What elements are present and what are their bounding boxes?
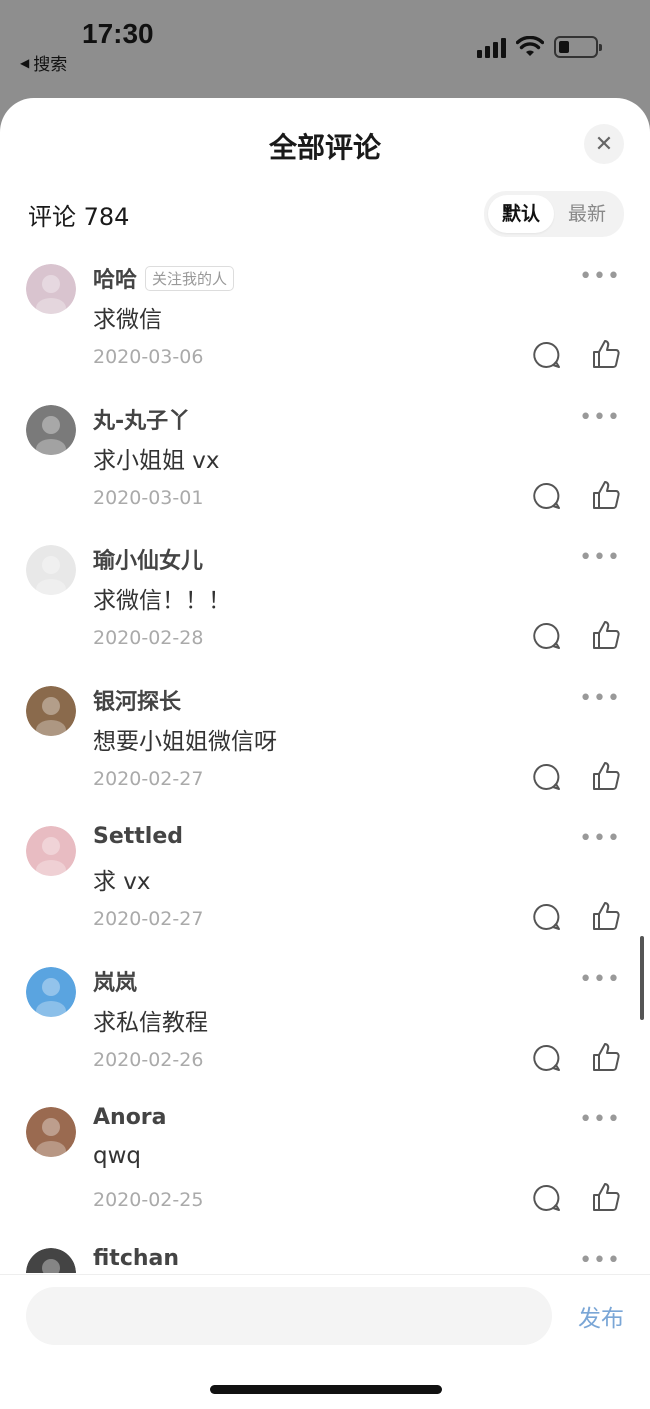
scrollbar[interactable]: [640, 936, 644, 1020]
like-icon[interactable]: [590, 619, 622, 651]
reply-icon[interactable]: [532, 481, 562, 511]
close-button[interactable]: ✕: [584, 124, 624, 164]
comment-input-bar: 发布: [0, 1274, 650, 1409]
avatar[interactable]: [26, 826, 76, 876]
more-options-icon[interactable]: •••: [579, 686, 621, 711]
comment-item[interactable]: Anora qwq 2020-02-25 •••: [0, 1101, 650, 1242]
reply-icon[interactable]: [532, 902, 562, 932]
user-tag: 关注我的人: [145, 265, 235, 291]
comment-username[interactable]: Settled: [93, 824, 183, 849]
wifi-icon: [516, 36, 544, 56]
reply-icon[interactable]: [532, 762, 562, 792]
like-icon[interactable]: [590, 900, 622, 932]
username-text: 银河探长: [93, 689, 182, 715]
reply-icon[interactable]: [532, 1043, 562, 1073]
comment-date: 2020-03-01: [93, 486, 204, 509]
comment-item[interactable]: fitchan •••: [0, 1242, 650, 1273]
comment-item[interactable]: Settled 求 vx 2020-02-27 •••: [0, 820, 650, 961]
more-options-icon[interactable]: •••: [579, 545, 621, 570]
comment-text: 求小姐姐 vx: [93, 447, 220, 474]
sort-toggle: 默认 最新: [483, 191, 624, 237]
close-icon: ✕: [594, 131, 614, 157]
status-time: 17:30: [82, 18, 154, 49]
battery-level: [559, 41, 569, 53]
comment-list: 哈哈 关注我的人 求微信 2020-03-06 ••• 丸-丸子丫 求小姐姐 v…: [0, 258, 650, 1273]
comments-sheet: 全部评论 ✕ 评论 784 默认 最新 哈哈 关注我的人 求微信 2020-03…: [0, 98, 650, 1409]
username-text: Settled: [93, 824, 184, 849]
more-options-icon[interactable]: •••: [579, 264, 621, 289]
username-text: 哈哈: [93, 268, 138, 293]
username-text: Anora: [93, 1105, 167, 1130]
comment-date: 2020-02-27: [93, 908, 204, 930]
comment-text: 求微信！！！: [93, 588, 231, 614]
like-icon[interactable]: [590, 1041, 622, 1073]
comment-item[interactable]: 岚岚 求私信教程 2020-02-26 •••: [0, 961, 650, 1102]
more-options-icon[interactable]: •••: [579, 1248, 621, 1273]
comment-text: 求私信教程: [93, 1009, 208, 1036]
comment-text: qwq: [93, 1143, 142, 1169]
comment-date: 2020-02-28: [93, 627, 204, 649]
comment-item[interactable]: 哈哈 关注我的人 求微信 2020-03-06 •••: [0, 258, 650, 399]
status-icons: [477, 36, 602, 58]
comment-date: 2020-03-06: [93, 346, 204, 368]
username-text: fitchan: [93, 1245, 180, 1271]
avatar[interactable]: [26, 545, 76, 595]
avatar[interactable]: [26, 966, 76, 1017]
comment-username[interactable]: 银河探长: [93, 684, 181, 716]
avatar[interactable]: [26, 1107, 76, 1157]
comment-username[interactable]: 岚岚: [93, 965, 137, 997]
comment-date: 2020-02-26: [93, 1048, 204, 1071]
comment-username[interactable]: 瑜小仙女儿: [93, 543, 203, 575]
username-text: 岚岚: [93, 970, 138, 996]
comment-item[interactable]: 瑜小仙女儿 求微信！！！ 2020-02-28 •••: [0, 539, 650, 680]
more-options-icon[interactable]: •••: [579, 826, 621, 851]
reply-icon[interactable]: [532, 1183, 562, 1213]
like-icon[interactable]: [590, 479, 622, 511]
sort-default-tab[interactable]: 默认: [487, 195, 554, 233]
comment-date: 2020-02-25: [93, 1189, 204, 1211]
comment-text: 求微信: [93, 307, 162, 333]
username-text: 丸-丸子丫: [93, 408, 191, 434]
battery-icon: [554, 36, 602, 58]
avatar[interactable]: [26, 404, 76, 455]
comment-username[interactable]: 哈哈 关注我的人: [93, 262, 235, 294]
avatar[interactable]: [26, 264, 76, 314]
comment-date: 2020-02-27: [93, 767, 204, 790]
comment-input[interactable]: [26, 1287, 552, 1345]
comment-item[interactable]: 丸-丸子丫 求小姐姐 vx 2020-03-01 •••: [0, 399, 650, 540]
publish-button[interactable]: 发布: [578, 1299, 624, 1333]
comment-count: 评论 784: [28, 202, 130, 231]
comment-item[interactable]: 银河探长 想要小姐姐微信呀 2020-02-27 •••: [0, 680, 650, 821]
sheet-title: 全部评论: [268, 131, 381, 164]
comment-username[interactable]: fitchan: [93, 1246, 179, 1271]
like-icon[interactable]: [590, 760, 622, 792]
reply-icon[interactable]: [532, 340, 562, 370]
status-bar: 17:30 ◀ 搜索: [0, 0, 650, 98]
cellular-signal-icon: [477, 36, 506, 58]
reply-icon[interactable]: [532, 621, 562, 651]
comment-text: 求 vx: [93, 869, 151, 895]
more-options-icon[interactable]: •••: [579, 967, 621, 992]
more-options-icon[interactable]: •••: [579, 1107, 621, 1132]
username-text: 瑜小仙女儿: [93, 549, 204, 574]
back-triangle-icon: ◀: [20, 55, 30, 70]
home-indicator: [210, 1385, 442, 1394]
comment-text: 想要小姐姐微信呀: [93, 728, 277, 755]
back-app-label: 搜索: [33, 55, 68, 75]
comment-count-row: 评论 784 默认 最新: [28, 191, 624, 237]
more-options-icon[interactable]: •••: [579, 405, 621, 430]
sort-latest-tab[interactable]: 最新: [554, 195, 620, 233]
avatar[interactable]: [26, 1247, 76, 1273]
like-icon[interactable]: [590, 338, 622, 370]
back-to-app-button[interactable]: ◀ 搜索: [20, 50, 67, 75]
like-icon[interactable]: [590, 1181, 622, 1213]
comment-username[interactable]: Anora: [93, 1105, 167, 1130]
avatar[interactable]: [26, 685, 76, 736]
comment-username[interactable]: 丸-丸子丫: [93, 403, 190, 435]
